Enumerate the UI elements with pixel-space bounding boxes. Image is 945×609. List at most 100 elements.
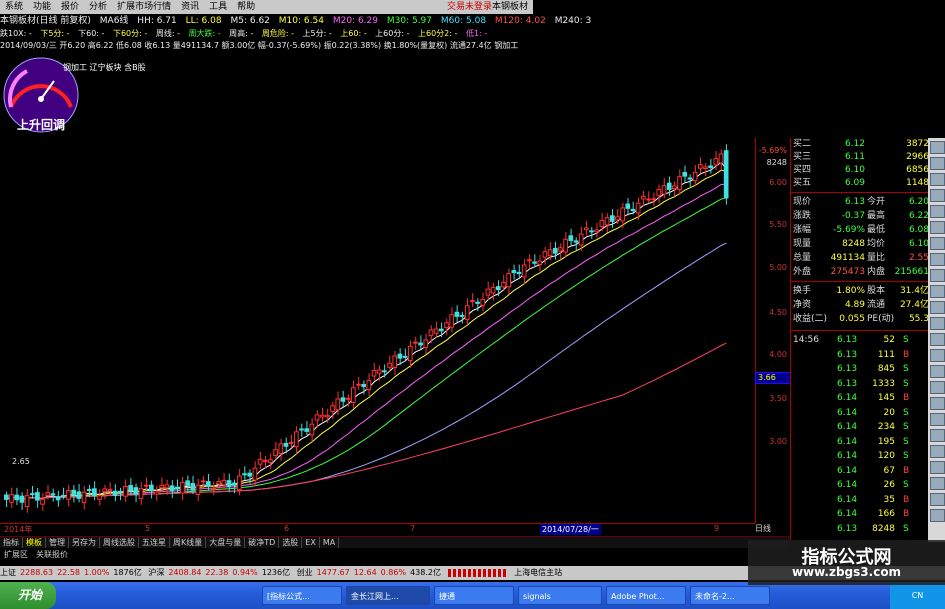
tool-icon[interactable] <box>930 509 945 522</box>
candle-body <box>138 488 144 500</box>
tool-icon[interactable] <box>930 317 945 330</box>
ma-line <box>6 197 727 500</box>
tool-icon[interactable] <box>930 285 945 298</box>
tool-icon[interactable] <box>930 365 945 378</box>
extension-tabs: 扩展区 关联报价 <box>0 548 790 561</box>
menu-function[interactable]: 功能 <box>28 0 56 14</box>
tool-icon[interactable] <box>930 413 945 426</box>
quote-row: 现量 8248 均价 6.10 <box>793 239 929 249</box>
candle-body <box>143 484 149 487</box>
candle-body <box>495 286 501 291</box>
menu-tools[interactable]: 工具 <box>204 0 232 14</box>
menu-bar: 系统 功能 报价 分析 扩展市场行情 资讯 工具 帮助 交易未登录 本钢板材 <box>0 0 533 14</box>
menu-news[interactable]: 资讯 <box>176 0 204 14</box>
candle-body <box>247 472 253 477</box>
tool-icon[interactable] <box>930 461 945 474</box>
candle-body <box>552 247 558 254</box>
tool-icon[interactable] <box>930 253 945 266</box>
quote-row: 外盘 275473 内盘 215661 <box>793 267 929 277</box>
tool-icon[interactable] <box>930 157 945 170</box>
system-tray[interactable]: CN <box>890 582 945 609</box>
tool-icon[interactable] <box>930 237 945 250</box>
candle-body <box>180 482 185 494</box>
tick-row: 6.14 120 S <box>837 451 909 461</box>
tool-icon[interactable] <box>930 445 945 458</box>
candle-body <box>661 185 667 195</box>
quote-row: 涨跌 -0.37 最高 6.22 <box>793 211 929 221</box>
tool-icon[interactable] <box>930 349 945 362</box>
server-label[interactable]: 上海电信主站 <box>514 568 562 577</box>
menu-analysis[interactable]: 分析 <box>84 0 112 14</box>
period-label[interactable]: 日线 <box>755 523 790 536</box>
candle-body <box>366 379 372 391</box>
kline-chart[interactable]: 2.65 <box>0 138 755 523</box>
candle-body <box>563 238 568 253</box>
tool-icon[interactable] <box>930 429 945 442</box>
indicator-h: 周危险: - <box>261 29 294 38</box>
m60-value: M60: 5.08 <box>440 16 487 26</box>
tool-icon[interactable] <box>930 205 945 218</box>
candle-body <box>195 484 201 495</box>
candle-body <box>66 490 71 500</box>
candle-body <box>356 383 361 386</box>
task-button[interactable]: 捷通 <box>434 586 514 605</box>
indicator-j: 上60: - <box>340 29 367 38</box>
m30-value: M30: 5.97 <box>386 16 433 26</box>
menu-quote[interactable]: 报价 <box>56 0 84 14</box>
candle-body <box>672 185 677 190</box>
tool-icon[interactable] <box>930 173 945 186</box>
tool-icon[interactable] <box>930 189 945 202</box>
tool-icon[interactable] <box>930 221 945 234</box>
tab-extension-area[interactable]: 扩展区 <box>0 548 32 561</box>
candle-body <box>340 397 346 402</box>
cursor-price-label: 3.66 <box>755 372 793 384</box>
quote-panel: 买二 6.12 3872 买三 6.11 2966 买四 6.10 6856 买五 6.09 1… <box>790 138 929 542</box>
candle-body <box>169 485 175 492</box>
menu-system[interactable]: 系统 <box>0 0 28 14</box>
candle-body <box>350 387 356 404</box>
bid-row: 买四 6.10 6856 <box>793 165 929 175</box>
candle-body <box>511 270 517 274</box>
task-button[interactable]: 金长江网上... <box>346 586 430 605</box>
tool-icon[interactable] <box>930 397 945 410</box>
task-button[interactable]: [指标公式... <box>262 586 342 605</box>
tool-icon[interactable] <box>930 333 945 346</box>
task-button[interactable]: 未命名-2... <box>690 586 770 605</box>
menu-help[interactable]: 帮助 <box>232 0 260 14</box>
y-tick: 5.50 <box>769 220 787 229</box>
tick-row: 6.14 35 B <box>837 494 910 505</box>
candle-body <box>29 493 35 496</box>
candle-body <box>646 198 651 201</box>
candle-body <box>604 217 610 226</box>
last-volume-label: 8248 <box>766 158 787 167</box>
indicator-row: 跌10X: - 下5分: - 下60: - 下60分: - 周线: - 周大跌:… <box>0 28 533 40</box>
tool-icon[interactable] <box>930 301 945 314</box>
tool-icon[interactable] <box>930 381 945 394</box>
task-button[interactable]: signals <box>518 586 602 605</box>
candle-body <box>687 177 693 180</box>
menu-extended-market[interactable]: 扩展市场行情 <box>112 0 176 14</box>
indicator-e: 周线: - <box>155 29 180 38</box>
tool-icon[interactable] <box>930 493 945 506</box>
candle-body <box>226 480 232 488</box>
task-button[interactable]: Adobe Phot... <box>606 586 686 605</box>
tab-related-quote[interactable]: 关联报价 <box>32 548 72 561</box>
m5-value: M5: 6.62 <box>230 16 270 26</box>
candle-body <box>485 288 491 296</box>
candle-body <box>407 345 413 362</box>
tool-icon[interactable] <box>930 141 945 154</box>
start-button[interactable]: 开始 <box>0 582 56 609</box>
sh-amount: 1876亿 <box>113 568 142 577</box>
sh-label: 上证 <box>0 568 16 577</box>
candle-body <box>713 158 719 166</box>
candle-body <box>278 443 284 454</box>
sh-pct: 1.00% <box>84 568 110 577</box>
hh-value: HH: 6.71 <box>137 16 177 26</box>
tool-icon[interactable] <box>930 269 945 282</box>
candle-body <box>50 493 56 496</box>
candle-body <box>620 207 625 222</box>
candle-body <box>599 220 605 227</box>
ma-label[interactable]: MA6线 <box>100 16 129 26</box>
tool-icon[interactable] <box>930 477 945 490</box>
candle-body <box>335 398 341 411</box>
